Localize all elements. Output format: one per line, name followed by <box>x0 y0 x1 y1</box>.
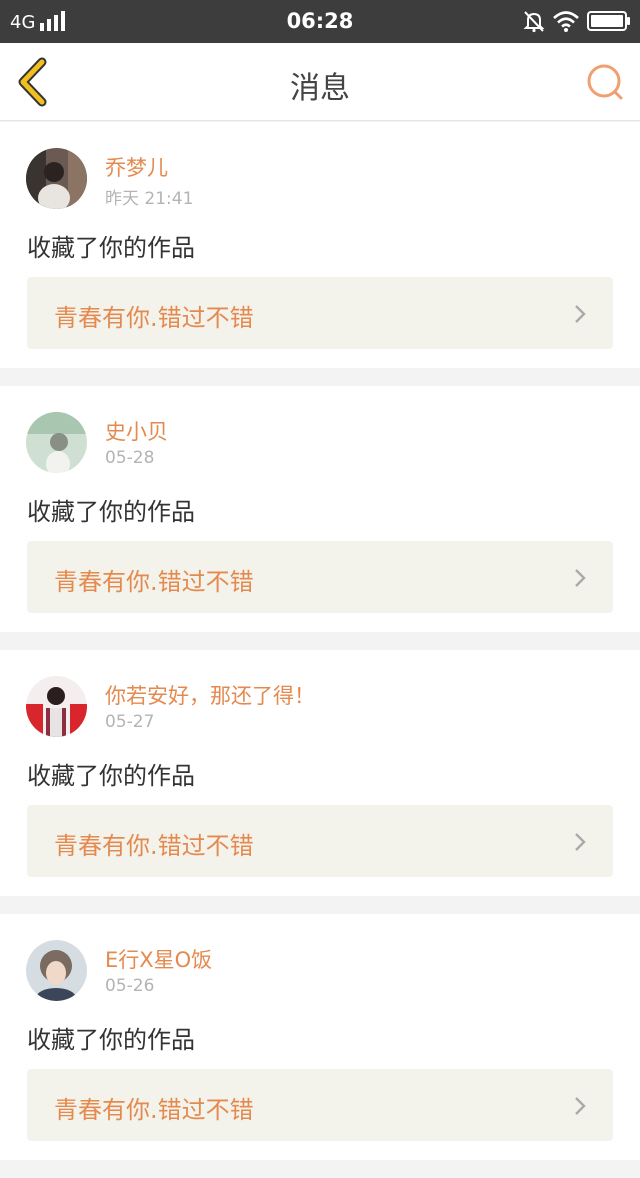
work-link[interactable]: 青春有你.错过不错 <box>27 277 613 349</box>
avatar[interactable] <box>26 676 87 737</box>
work-title: 青春有你.错过不错 <box>54 832 254 860</box>
chevron-right-icon <box>575 305 586 323</box>
avatar[interactable] <box>26 940 87 1001</box>
username[interactable]: E行X星O饭 <box>105 944 212 974</box>
avatar[interactable] <box>26 412 87 473</box>
action-text: 收藏了你的作品 <box>27 234 195 262</box>
action-text: 收藏了你的作品 <box>27 762 195 790</box>
work-link[interactable]: 青春有你.错过不错 <box>27 1069 613 1141</box>
action-text: 收藏了你的作品 <box>27 498 195 526</box>
username[interactable]: 乔梦儿 <box>105 152 168 182</box>
username[interactable]: 你若安好，那还了得！ <box>105 680 315 710</box>
mute-icon <box>523 11 545 33</box>
timestamp: 05-26 <box>105 976 155 996</box>
message-list: 乔梦儿 昨天 21:41 收藏了你的作品 青春有你.错过不错 史小贝 05-28… <box>0 122 640 1178</box>
message-card: 你若安好，那还了得！ 05-27 收藏了你的作品 青春有你.错过不错 <box>0 650 640 896</box>
timestamp: 05-28 <box>105 448 155 468</box>
work-link[interactable]: 青春有你.错过不错 <box>27 805 613 877</box>
page-title: 消息 <box>290 71 350 106</box>
search-icon[interactable] <box>584 61 626 103</box>
chevron-right-icon <box>575 569 586 587</box>
chevron-right-icon <box>575 833 586 851</box>
action-text: 收藏了你的作品 <box>27 1026 195 1054</box>
work-title: 青春有你.错过不错 <box>54 1096 254 1124</box>
battery-icon <box>587 11 630 31</box>
status-bar: 4G 06:28 <box>0 0 640 43</box>
work-link[interactable]: 青春有你.错过不错 <box>27 541 613 613</box>
avatar[interactable] <box>26 148 87 209</box>
message-card: 乔梦儿 昨天 21:41 收藏了你的作品 青春有你.错过不错 <box>0 122 640 368</box>
timestamp: 05-27 <box>105 712 155 732</box>
nav-header: 消息 <box>0 43 640 121</box>
message-card: 史小贝 05-28 收藏了你的作品 青春有你.错过不错 <box>0 386 640 632</box>
work-title: 青春有你.错过不错 <box>54 304 254 332</box>
wifi-icon <box>553 11 579 32</box>
timestamp: 昨天 21:41 <box>105 189 194 209</box>
username[interactable]: 史小贝 <box>105 416 168 446</box>
chevron-right-icon <box>575 1097 586 1115</box>
message-card: E行X星O饭 05-26 收藏了你的作品 青春有你.错过不错 <box>0 914 640 1160</box>
work-title: 青春有你.错过不错 <box>54 568 254 596</box>
